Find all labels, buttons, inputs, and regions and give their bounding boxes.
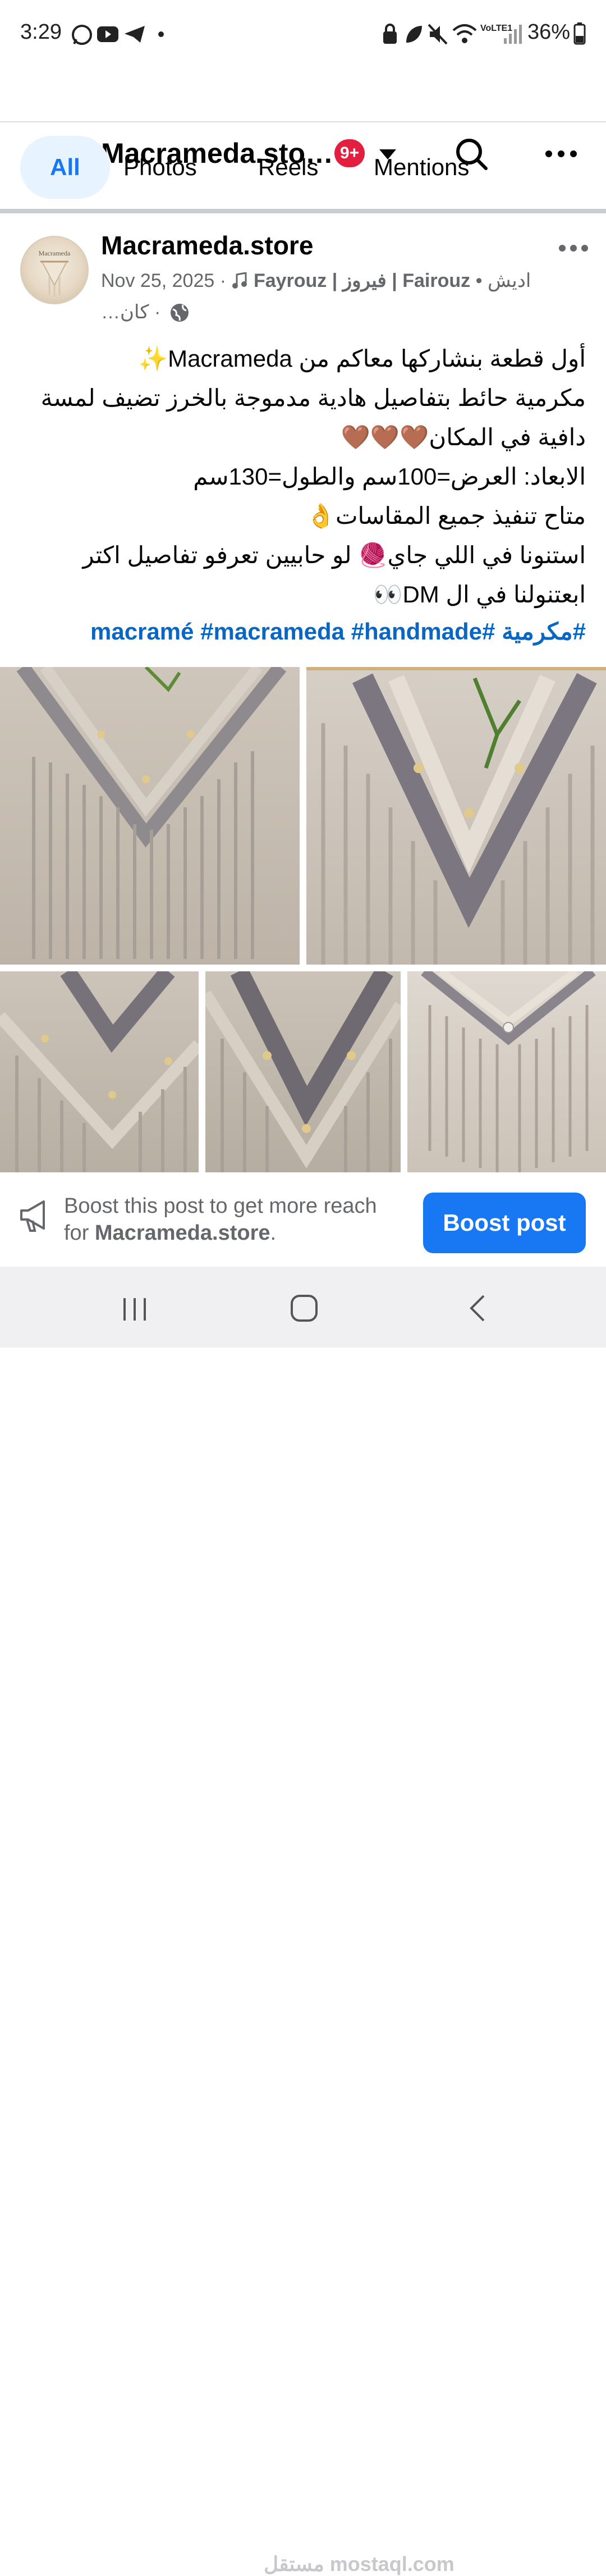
system-nav-bar: مستقل mostaql.com bbox=[0, 1267, 606, 2575]
post-meta-line1: Nov 25, 2025 · Fayrouz | فيروز | Fairouz… bbox=[101, 270, 531, 292]
home-icon[interactable] bbox=[290, 1294, 319, 1323]
post-meta-line2: …كان · bbox=[101, 301, 190, 323]
globe-icon bbox=[170, 304, 189, 322]
post-photo-5[interactable] bbox=[407, 971, 606, 1172]
nav-back-icon[interactable] bbox=[467, 1294, 487, 1323]
watermark: مستقل mostaql.com bbox=[264, 2552, 454, 2575]
post-song-title: • اديش bbox=[470, 270, 531, 291]
avatar-macrame-image bbox=[40, 261, 68, 296]
macrame-image bbox=[306, 667, 606, 965]
post-text-line: مكرمية حائط بتفاصيل هادية مدموجة بالخرز … bbox=[40, 385, 586, 411]
tab-all[interactable]: All bbox=[20, 136, 110, 199]
post-music[interactable]: Fayrouz | فيروز | Fairouz bbox=[254, 270, 470, 291]
page-header: Macrameda.sto… 9+ bbox=[0, 67, 606, 170]
music-note-icon bbox=[232, 272, 247, 289]
boost-message: Boost this post to get more reach for Ma… bbox=[64, 1193, 377, 1246]
recent-apps-icon[interactable] bbox=[121, 1297, 149, 1322]
post-text-line: دافية في المكان🤎🤎🤎 bbox=[341, 424, 586, 450]
post-text-line: متاح تنفيذ جميع المقاسات👌 bbox=[306, 503, 586, 529]
status-time: 3:29 bbox=[20, 20, 62, 44]
macrame-image bbox=[421, 971, 596, 1172]
tab-reels[interactable]: Reels bbox=[258, 136, 318, 199]
post-author[interactable]: Macrameda.store bbox=[101, 230, 313, 261]
post-photo-4[interactable] bbox=[205, 971, 401, 1172]
post-text: أول قطعة بنشاركها معاكم من Macrameda✨ مك… bbox=[34, 339, 586, 614]
leaf-icon bbox=[406, 26, 422, 43]
whatsapp-icon bbox=[72, 25, 92, 45]
dot-icon bbox=[158, 31, 164, 37]
post-more-icon[interactable] bbox=[558, 244, 589, 253]
boost-message-line1: Boost this post to get more reach bbox=[64, 1194, 377, 1218]
boost-for: for bbox=[64, 1221, 95, 1245]
macrame-image bbox=[205, 971, 401, 1172]
signal-icon bbox=[504, 25, 522, 44]
telegram-icon bbox=[125, 26, 145, 43]
tabs-divider bbox=[0, 209, 606, 213]
mute-icon bbox=[428, 24, 448, 45]
post-photo-3[interactable] bbox=[0, 971, 199, 1172]
boost-message-line2: for Macrameda.store. bbox=[64, 1220, 377, 1246]
macrame-image bbox=[0, 971, 199, 1172]
notification-badge[interactable]: 9+ bbox=[334, 139, 365, 167]
youtube-icon bbox=[97, 26, 118, 42]
macrame-image bbox=[16, 667, 287, 959]
post-text-line: أول قطعة بنشاركها معاكم من Macrameda✨ bbox=[138, 345, 586, 372]
boost-period: . bbox=[270, 1221, 277, 1245]
post-photo-2[interactable] bbox=[306, 667, 606, 965]
post-text-line: ابعتنولنا في ال DM👀 bbox=[373, 581, 586, 608]
lock-icon bbox=[383, 24, 397, 44]
post-text-line: الابعاد: العرض=100سم والطول=130سم bbox=[193, 463, 586, 490]
status-bar: 3:29 VoLTE1 36% bbox=[0, 0, 606, 67]
boost-page-name: Macrameda.store bbox=[94, 1221, 270, 1245]
wifi-icon bbox=[452, 24, 477, 43]
post-photo-1[interactable] bbox=[0, 667, 300, 965]
post-hashtags[interactable]: #مكرمية #macramé #macrameda #handmade bbox=[34, 618, 586, 645]
post-date: Nov 25, 2025 · bbox=[101, 270, 232, 291]
battery-percent: 36% bbox=[527, 20, 571, 44]
avatar[interactable]: Macrameda bbox=[20, 236, 89, 304]
volte-icon: VoLTE1 bbox=[480, 24, 513, 33]
boost-post-button[interactable]: Boost post bbox=[423, 1193, 586, 1253]
avatar-logo-text: Macrameda bbox=[38, 249, 71, 257]
post-song-continued: …كان · bbox=[101, 302, 161, 323]
tab-photos[interactable]: Photos bbox=[123, 136, 197, 199]
header-divider bbox=[0, 121, 606, 122]
megaphone-icon bbox=[20, 1200, 45, 1232]
post-text-line: استنونا في اللي جاي🧶 لو حابيين تعرفو تفا… bbox=[82, 542, 586, 568]
tab-mentions[interactable]: Mentions bbox=[374, 136, 469, 199]
more-options-icon[interactable] bbox=[544, 149, 578, 158]
battery-icon bbox=[573, 22, 586, 45]
